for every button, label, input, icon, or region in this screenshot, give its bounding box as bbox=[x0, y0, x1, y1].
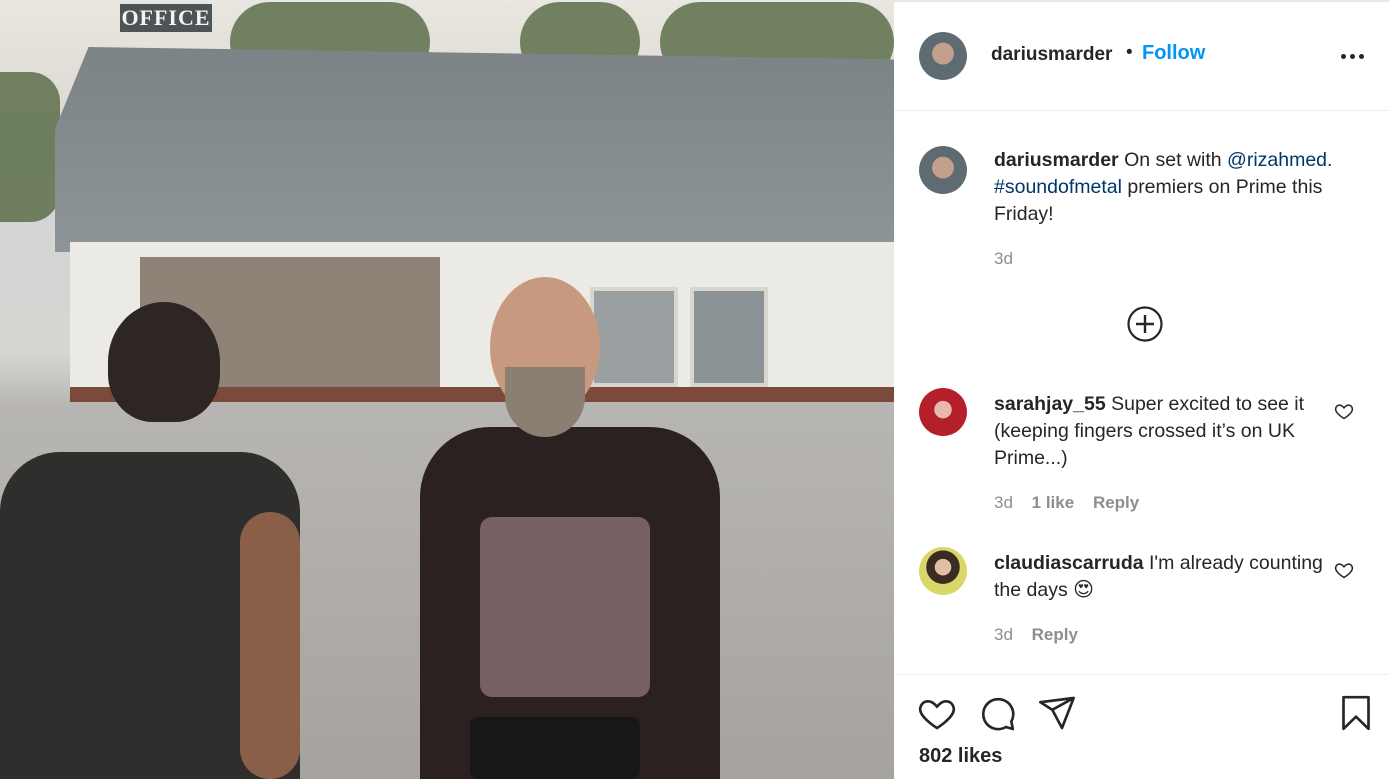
caption-time[interactable]: 3d bbox=[994, 249, 1013, 269]
author-avatar[interactable] bbox=[919, 32, 967, 80]
comment-username[interactable]: sarahjay_55 bbox=[994, 393, 1106, 415]
plus-circle-icon[interactable] bbox=[1126, 305, 1164, 343]
caption-avatar[interactable] bbox=[919, 146, 967, 194]
caption-text: dariusmarder On set with @rizahmed. #sou… bbox=[994, 147, 1364, 228]
comment-text: sarahjay_55 Super excited to see it (kee… bbox=[994, 391, 1314, 472]
commenter-avatar[interactable] bbox=[919, 388, 967, 436]
caption-part: . bbox=[1327, 149, 1333, 171]
post-photo[interactable]: OFFICE bbox=[0, 2, 894, 779]
commenter-avatar[interactable] bbox=[919, 547, 967, 595]
heart-icon[interactable] bbox=[917, 693, 957, 733]
follow-button[interactable]: Follow bbox=[1142, 42, 1205, 65]
reply-button[interactable]: Reply bbox=[1032, 625, 1078, 644]
comment-time[interactable]: 3d bbox=[994, 493, 1013, 512]
comment-time[interactable]: 3d bbox=[994, 625, 1013, 644]
comment-text: claudiascarruda I'm already counting the… bbox=[994, 550, 1324, 604]
comment-username[interactable]: claudiascarruda bbox=[994, 552, 1144, 574]
caption-username[interactable]: dariusmarder bbox=[994, 149, 1119, 171]
action-bar: 802 likes bbox=[894, 674, 1389, 780]
post-sidebar: dariusmarder • Follow dariusmarder On se… bbox=[894, 2, 1389, 779]
author-username[interactable]: dariusmarder bbox=[991, 44, 1112, 66]
photo-roof bbox=[55, 47, 894, 252]
likes-count[interactable]: 802 likes bbox=[919, 745, 1002, 768]
comment-meta: 3d Reply bbox=[994, 625, 1078, 645]
comment-icon[interactable] bbox=[977, 693, 1017, 733]
heart-eyes-emoji: 😍 bbox=[1073, 579, 1094, 601]
reply-button[interactable]: Reply bbox=[1093, 493, 1139, 512]
comment-meta: 3d 1 like Reply bbox=[994, 493, 1139, 513]
caption-part: On set with bbox=[1124, 149, 1222, 171]
more-options-icon[interactable] bbox=[1340, 46, 1372, 66]
hashtag-link[interactable]: #soundofmetal bbox=[994, 176, 1122, 198]
comment-likes[interactable]: 1 like bbox=[1032, 493, 1075, 512]
photo-person-center bbox=[410, 277, 730, 779]
photo-trees bbox=[0, 72, 60, 222]
post-header: dariusmarder • Follow bbox=[894, 2, 1389, 111]
office-sign: OFFICE bbox=[120, 4, 212, 32]
comment-heart-icon[interactable] bbox=[1334, 560, 1354, 580]
paper-plane-icon[interactable] bbox=[1037, 693, 1077, 733]
comment-heart-icon[interactable] bbox=[1334, 401, 1354, 421]
bookmark-icon[interactable] bbox=[1336, 693, 1376, 733]
mention-link[interactable]: @rizahmed bbox=[1227, 149, 1327, 171]
photo-person-left bbox=[0, 302, 300, 779]
separator-dot: • bbox=[1126, 42, 1133, 63]
